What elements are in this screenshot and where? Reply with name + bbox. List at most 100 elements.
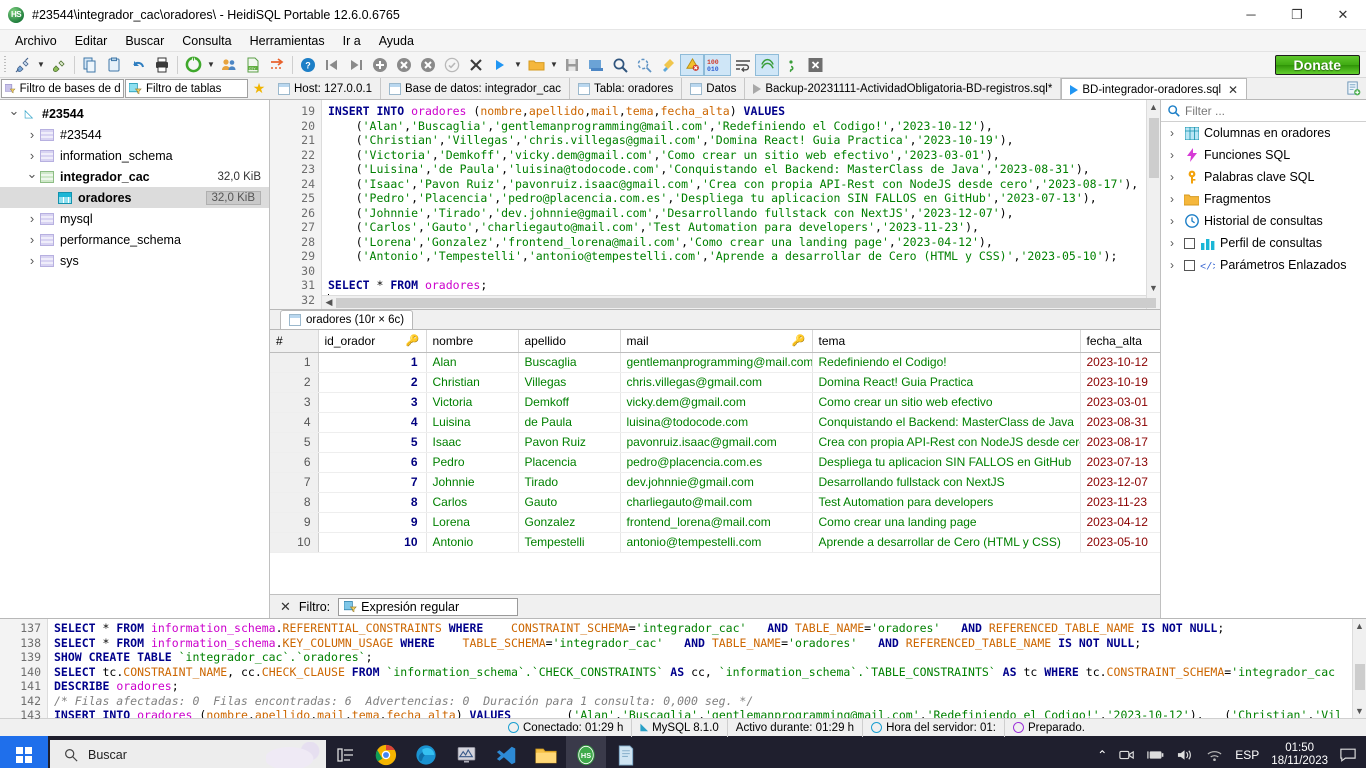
first-icon[interactable]: [320, 54, 344, 76]
run-icon[interactable]: [488, 54, 512, 76]
toolbar-grip[interactable]: [3, 55, 9, 74]
cell-rownum[interactable]: 9: [270, 512, 319, 533]
tree-node-23544[interactable]: #23544: [0, 124, 269, 145]
windows-start-icon[interactable]: [0, 736, 48, 768]
cell-fecha_alta[interactable]: 2023-12-07: [1080, 472, 1160, 493]
cell-fecha_alta[interactable]: 2023-11-23: [1080, 492, 1160, 513]
cell-mail[interactable]: frontend_lorena@mail.com: [620, 512, 813, 533]
grid-header-fecha_alta[interactable]: fecha_alta: [1080, 330, 1160, 353]
cell-nombre[interactable]: Lorena: [426, 512, 519, 533]
cell-tema[interactable]: Despliega tu aplicacion SIN FALLOS en Gi…: [812, 452, 1081, 473]
undo-icon[interactable]: [126, 54, 150, 76]
cell-nombre[interactable]: Isaac: [426, 432, 519, 453]
cell-apellido[interactable]: Buscaglia: [518, 352, 621, 373]
cell-rownum[interactable]: 5: [270, 432, 319, 453]
cell-rownum[interactable]: 2: [270, 372, 319, 393]
last-icon[interactable]: [344, 54, 368, 76]
cell-rownum[interactable]: 7: [270, 472, 319, 493]
cell-tema[interactable]: Redefiniendo el Codigo!: [812, 352, 1081, 373]
cell-tema[interactable]: Crea con propia API-Rest con NodeJS desd…: [812, 432, 1081, 453]
cell-id_orador[interactable]: 4: [318, 412, 427, 433]
connect-dropdown-icon[interactable]: ▼: [35, 54, 47, 76]
cell-fecha_alta[interactable]: 2023-08-17: [1080, 432, 1160, 453]
close-button[interactable]: ✕: [1320, 0, 1366, 30]
table-filter-input[interactable]: Filtro de tablas: [125, 79, 248, 98]
refresh-icon[interactable]: [181, 54, 205, 76]
menu-item-consulta[interactable]: Consulta: [173, 32, 240, 50]
cell-nombre[interactable]: Luisina: [426, 412, 519, 433]
run-dropdown-icon[interactable]: ▼: [512, 54, 524, 76]
users-icon[interactable]: [217, 54, 241, 76]
menu-item-ayuda[interactable]: Ayuda: [370, 32, 423, 50]
editor-vertical-scrollbar[interactable]: ▲ ▼: [1146, 100, 1160, 309]
menu-item-ir-a[interactable]: Ir a: [334, 32, 370, 50]
cell-id_orador[interactable]: 9: [318, 512, 427, 533]
cell-id_orador[interactable]: 8: [318, 492, 427, 513]
cell-mail[interactable]: gentlemanprogramming@mail.com: [620, 352, 813, 373]
menu-item-archivo[interactable]: Archivo: [6, 32, 66, 50]
taskbar-search-input[interactable]: Buscar: [50, 740, 326, 768]
cell-nombre[interactable]: Antonio: [426, 532, 519, 553]
chrome-icon[interactable]: [366, 736, 406, 768]
checkbox[interactable]: [1184, 259, 1195, 271]
volume-icon[interactable]: [1177, 748, 1194, 762]
query-tab-3[interactable]: Datos: [682, 78, 746, 99]
query-tab-5[interactable]: BD-integrador-oradores.sql ✕: [1061, 78, 1248, 99]
disconnect-icon[interactable]: [47, 54, 71, 76]
cell-rownum[interactable]: 8: [270, 492, 319, 513]
database-filter-input[interactable]: Filtro de bases de datos: [1, 79, 124, 98]
cell-id_orador[interactable]: 10: [318, 532, 427, 553]
checkbox[interactable]: [1184, 237, 1195, 249]
cell-mail[interactable]: pedro@placencia.com.es: [620, 452, 813, 473]
maximize-button[interactable]: ❐: [1274, 0, 1320, 30]
cell-tema[interactable]: Como crear una landing page: [812, 512, 1081, 533]
chevron-down-icon[interactable]: [6, 106, 22, 122]
chevron-right-icon[interactable]: [24, 148, 40, 163]
binary-icon[interactable]: 100 010: [704, 53, 731, 76]
helper-item-fragmentos[interactable]: › Fragmentos: [1161, 188, 1366, 210]
tray-language[interactable]: ESP: [1235, 748, 1259, 762]
cell-id_orador[interactable]: 2: [318, 372, 427, 393]
cell-apellido[interactable]: Pavon Ruiz: [518, 432, 621, 453]
notepad-icon[interactable]: [606, 736, 646, 768]
grid-header-tema[interactable]: tema: [812, 330, 1081, 353]
cell-id_orador[interactable]: 3: [318, 392, 427, 413]
cell-apellido[interactable]: de Paula: [518, 412, 621, 433]
taskbar-clock[interactable]: 01:50 18/11/2023: [1271, 742, 1328, 768]
cell-id_orador[interactable]: 5: [318, 432, 427, 453]
chevron-right-icon[interactable]: ›: [1165, 236, 1179, 250]
helpers-filter-input[interactable]: Filter ...: [1161, 100, 1366, 122]
query-tab-1[interactable]: Base de datos: integrador_cac: [381, 78, 570, 99]
warning-icon[interactable]: [680, 53, 704, 76]
format-icon[interactable]: [755, 53, 779, 76]
cancel-icon[interactable]: [464, 54, 488, 76]
close-filter-icon[interactable]: ✕: [280, 599, 291, 615]
import-icon[interactable]: [265, 54, 289, 76]
chevron-right-icon[interactable]: [24, 232, 40, 247]
helper-item-perfil-de-consultas[interactable]: › Perfil de consultas: [1161, 232, 1366, 254]
star-icon[interactable]: ★: [248, 78, 270, 99]
tree-node-mysql[interactable]: mysql: [0, 208, 269, 229]
editor-horizontal-scrollbar[interactable]: ◀▶: [322, 295, 1156, 309]
table-row[interactable]: 3 3 Victoria Demkoff vicky.dem@gmail.com Como…: [270, 392, 1160, 413]
table-row[interactable]: 5 5 Isaac Pavon Ruiz pavonruiz.isaac@gmail.c…: [270, 432, 1160, 453]
menu-item-herramientas[interactable]: Herramientas: [241, 32, 334, 50]
replace-icon[interactable]: [632, 54, 656, 76]
tree-node-information_schema[interactable]: information_schema: [0, 145, 269, 166]
cell-apellido[interactable]: Villegas: [518, 372, 621, 393]
delimiter-icon[interactable]: [779, 54, 803, 76]
cell-id_orador[interactable]: 6: [318, 452, 427, 473]
connect-icon[interactable]: [11, 54, 35, 76]
chevron-right-icon[interactable]: [24, 253, 40, 268]
cell-mail[interactable]: chris.villegas@gmail.com: [620, 372, 813, 393]
cell-nombre[interactable]: Johnnie: [426, 472, 519, 493]
cell-id_orador[interactable]: 7: [318, 472, 427, 493]
close-tab-icon[interactable]: ✕: [1228, 83, 1238, 97]
result-tab[interactable]: oradores (10r × 6c): [280, 310, 414, 329]
table-row[interactable]: 7 7 Johnnie Tirado dev.johnnie@gmail.com Desa…: [270, 472, 1160, 493]
cell-apellido[interactable]: Tirado: [518, 472, 621, 493]
cell-rownum[interactable]: 10: [270, 532, 319, 553]
wifi-icon[interactable]: [1206, 748, 1223, 762]
sql-log-panel[interactable]: 137 138 139 140 141 142 143 SELECT * FROM info…: [0, 618, 1366, 722]
menu-item-buscar[interactable]: Buscar: [116, 32, 173, 50]
